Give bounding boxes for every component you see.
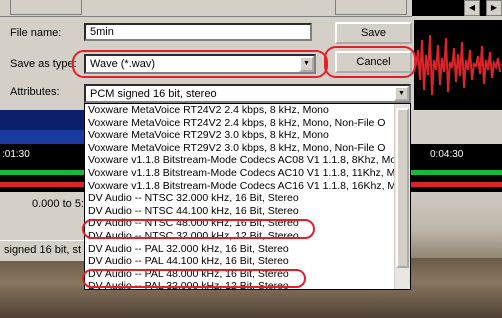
list-item[interactable]: Voxware MetaVoice RT29V2 3.0 kbps, 8 kHz… [85, 129, 397, 142]
status-format-text: signed 16 bit, st [4, 244, 82, 256]
background-panel-accent [0, 130, 85, 144]
save-button[interactable]: Save [335, 22, 412, 44]
dropdown-options: Voxware MetaVoice RT24V2 2.4 kbps, 8 kHz… [85, 104, 397, 289]
list-item[interactable]: Voxware v1.1.8 Bitstream-Mode Codecs AC1… [85, 180, 397, 193]
annotation-oval-cancel [324, 46, 416, 78]
dialog-top-control-right [335, 0, 407, 15]
timeline-label-right: 0:04:30 [430, 149, 464, 160]
attributes-dropdown-list[interactable]: Voxware MetaVoice RT24V2 2.4 kbps, 8 kHz… [84, 103, 411, 290]
dropdown-scrollbar[interactable] [394, 104, 410, 289]
list-item[interactable]: Voxware v1.1.8 Bitstream-Mode Codecs AC0… [85, 154, 397, 167]
dialog-top-edge [0, 0, 412, 17]
list-item[interactable]: Voxware MetaVoice RT24V2 2.4 kbps, 8 kHz… [85, 104, 397, 117]
list-item[interactable]: DV Audio -- NTSC 44.100 kHz, 16 Bit, Ste… [85, 205, 397, 218]
timeline-label-left: :01:30 [2, 149, 30, 160]
attributes-value: PCM signed 16 bit, stereo [90, 88, 217, 100]
window-chevron-icon-left[interactable]: ◀ [464, 0, 480, 16]
list-item[interactable]: Voxware v1.1.8 Bitstream-Mode Codecs AC1… [85, 167, 397, 180]
annotation-oval-save-type [72, 50, 328, 78]
waveform-preview [414, 20, 502, 110]
window-chevron-icon[interactable]: ▶ [486, 0, 502, 16]
save-as-type-label: Save as type: [10, 58, 77, 70]
list-item[interactable]: DV Audio -- PAL 44.100 kHz, 16 Bit, Ster… [85, 255, 397, 268]
attributes-label: Attributes: [10, 86, 60, 98]
selection-range-text: 0.000 to 5:0 [32, 198, 91, 210]
annotation-oval-pal-48k [82, 269, 306, 288]
scrollbar-thumb[interactable] [396, 108, 409, 268]
chevron-down-icon[interactable]: ▼ [394, 86, 409, 101]
annotation-oval-ntsc-48k [82, 219, 315, 239]
attributes-select[interactable]: PCM signed 16 bit, stereo ▼ [84, 84, 411, 103]
dialog-top-control [10, 0, 82, 15]
list-item[interactable]: Voxware MetaVoice RT24V2 2.4 kbps, 8 kHz… [85, 117, 397, 130]
filename-input[interactable]: 5min [84, 23, 312, 41]
list-item[interactable]: DV Audio -- NTSC 32.000 kHz, 16 Bit, Ste… [85, 192, 397, 205]
filename-label: File name: [10, 27, 62, 39]
list-item[interactable]: DV Audio -- PAL 32.000 kHz, 16 Bit, Ster… [85, 243, 397, 256]
list-item[interactable]: Voxware MetaVoice RT29V2 3.0 kbps, 8 kHz… [85, 142, 397, 155]
